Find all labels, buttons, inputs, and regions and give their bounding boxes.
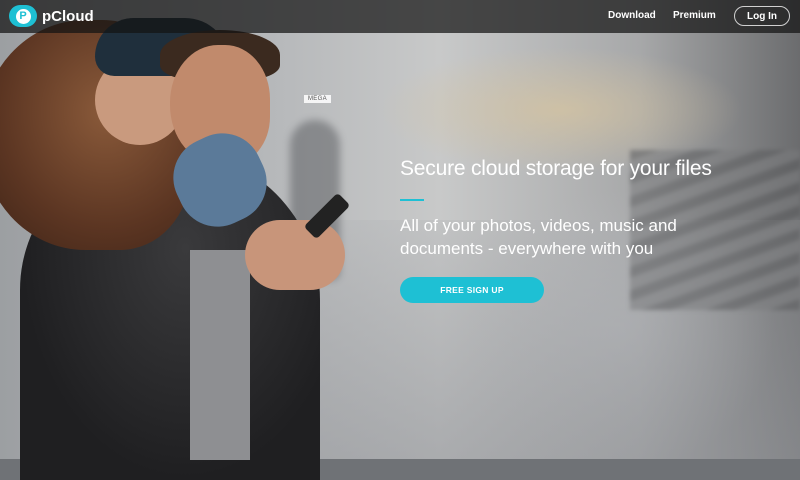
hero-subheadline: All of your photos, videos, music and do… [400, 216, 677, 258]
man-shirt [190, 250, 250, 460]
nav-premium-link[interactable]: Premium [673, 10, 716, 21]
brand-logo[interactable]: P pCloud [9, 5, 94, 27]
top-navbar: P pCloud Download Premium Log In [0, 0, 800, 33]
login-button[interactable]: Log In [734, 6, 790, 26]
headline-divider [400, 199, 424, 201]
pcloud-logo-icon: P [9, 5, 37, 27]
photo-tag: MEGA [304, 95, 331, 103]
brand-name: pCloud [42, 7, 94, 25]
free-signup-button[interactable]: FREE SIGN UP [400, 277, 544, 303]
man-hands [245, 220, 345, 290]
hero-headline: Secure cloud storage for your files [400, 157, 712, 180]
logo-letter: P [15, 8, 31, 24]
nav-download-link[interactable]: Download [608, 10, 656, 21]
